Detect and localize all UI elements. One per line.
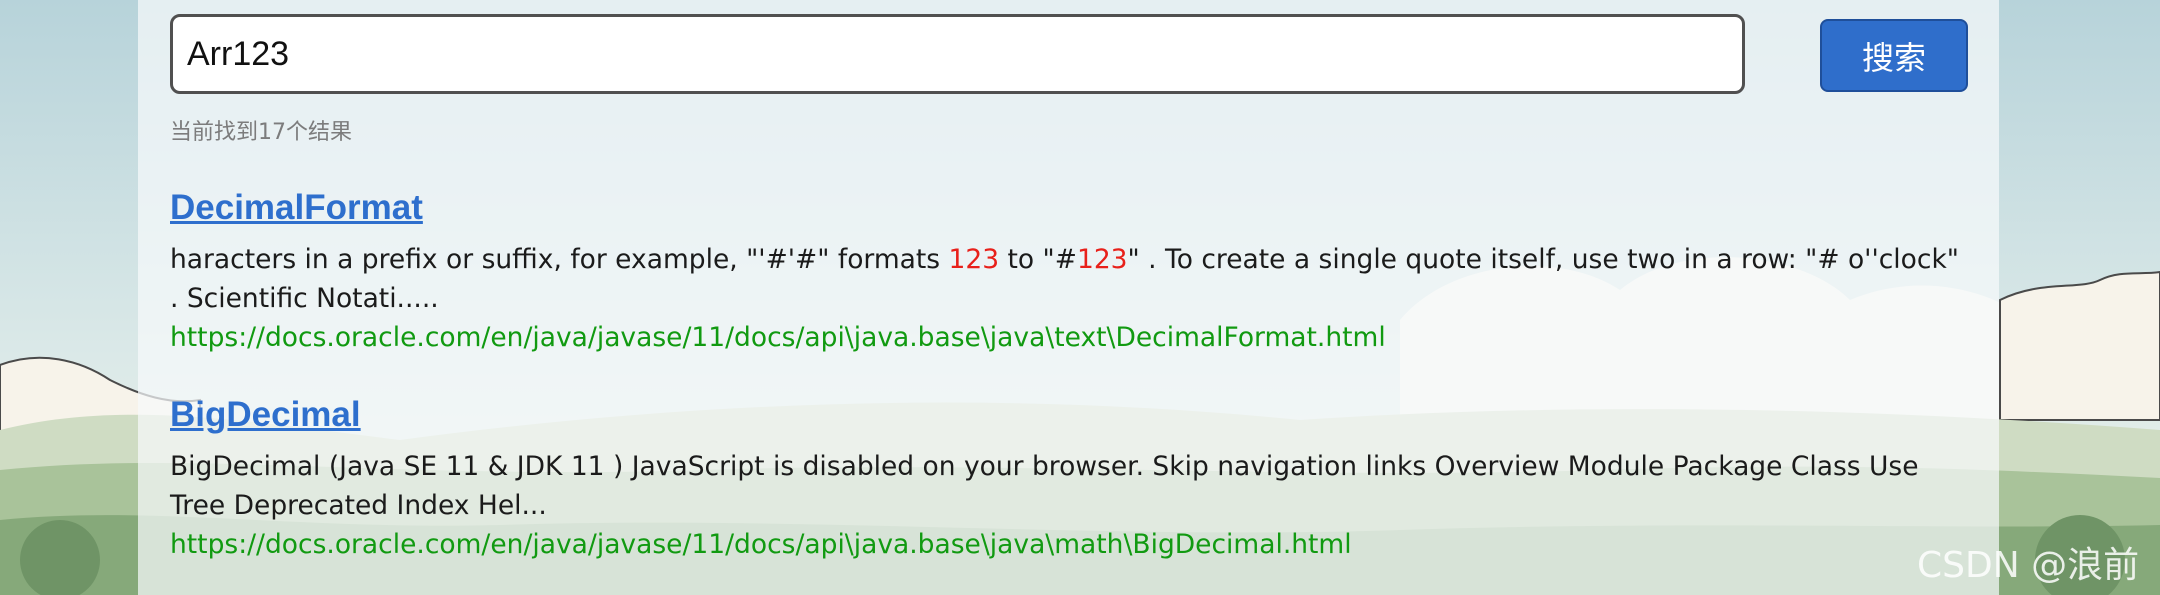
- result-title-link[interactable]: BigDecimal: [170, 393, 1970, 437]
- result-snippet: haracters in a prefix or suffix, for exa…: [170, 240, 1970, 318]
- watermark: CSDN @浪前: [1917, 545, 2140, 586]
- snippet-text: haracters in a prefix or suffix, for exa…: [170, 244, 949, 275]
- snippet-text: BigDecimal (Java SE 11 & JDK 11 ) JavaSc…: [170, 451, 1919, 521]
- snippet-highlight: 123: [948, 244, 1000, 275]
- result-url[interactable]: https://docs.oracle.com/en/java/javase/1…: [170, 525, 1970, 564]
- result-title-link[interactable]: DecimalFormat: [170, 186, 1970, 230]
- result-count: 当前找到17个结果: [170, 120, 352, 145]
- search-input[interactable]: [170, 14, 1745, 94]
- search-result-bigdecimal: BigDecimal BigDecimal (Java SE 11 & JDK …: [170, 393, 1970, 564]
- search-result-decimalformat: DecimalFormat haracters in a prefix or s…: [170, 186, 1970, 357]
- result-snippet: BigDecimal (Java SE 11 & JDK 11 ) JavaSc…: [170, 447, 1970, 525]
- snippet-highlight: 123: [1076, 244, 1128, 275]
- result-url[interactable]: https://docs.oracle.com/en/java/javase/1…: [170, 318, 1970, 357]
- snippet-text: to "#: [999, 244, 1077, 275]
- search-button[interactable]: 搜索: [1820, 19, 1968, 92]
